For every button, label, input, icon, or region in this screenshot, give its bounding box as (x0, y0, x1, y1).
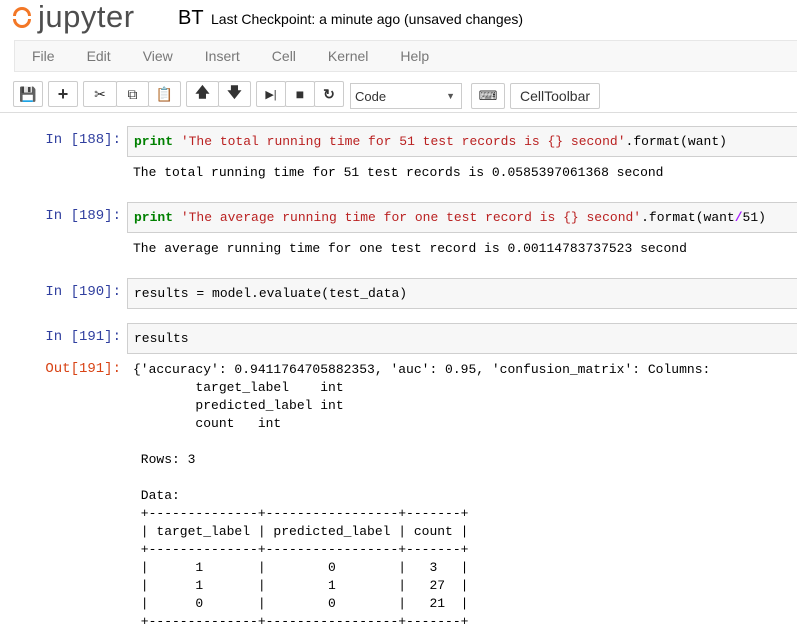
celltoolbar-button[interactable]: CellToolbar (510, 83, 601, 109)
code-operator: / (734, 210, 743, 225)
insert-cell-button[interactable]: + (48, 81, 78, 107)
interrupt-button[interactable]: ■ (285, 81, 315, 107)
run-button[interactable]: ▶| (256, 81, 286, 107)
input-prompt: In [188]: (45, 132, 121, 148)
move-up-button[interactable]: 🡅 (186, 81, 219, 107)
header: jupyter BT Last Checkpoint: a minute ago… (0, 0, 797, 40)
code-string: 'The average running time for one test r… (180, 210, 642, 225)
cell-type-select[interactable]: Code ▼ (350, 83, 462, 109)
output-prompt: Out[191]: (45, 361, 121, 377)
cut-button[interactable]: ✂ (83, 81, 117, 107)
menu-insert[interactable]: Insert (190, 41, 255, 71)
cut-icon: ✂ (94, 85, 106, 102)
input-prompt: In [189]: (45, 208, 121, 224)
plus-icon: + (57, 83, 69, 104)
cell-type-value: Code (355, 88, 387, 104)
menu-view[interactable]: View (128, 41, 188, 71)
checkpoint-status: Last Checkpoint: a minute ago (unsaved c… (211, 11, 524, 27)
cell-output: The total running time for 51 test recor… (133, 165, 664, 180)
move-down-button[interactable]: 🡇 (218, 81, 251, 107)
menubar: File Edit View Insert Cell Kernel Help (14, 40, 797, 72)
paste-icon: 📋 (155, 85, 174, 102)
jupyter-logo[interactable]: jupyter (12, 1, 135, 32)
menu-kernel[interactable]: Kernel (313, 41, 383, 71)
cell-output: {'accuracy': 0.9411764705882353, 'auc': … (133, 362, 711, 629)
code-keyword: print (134, 210, 174, 225)
menu-edit[interactable]: Edit (72, 41, 126, 71)
restart-button[interactable]: ↻ (314, 81, 344, 107)
keyboard-icon: ⌨ (478, 88, 498, 103)
save-icon: 💾 (19, 85, 37, 102)
code-input[interactable]: print 'The average running time for one … (127, 202, 797, 233)
copy-icon: ⧉ (127, 85, 138, 102)
code-rest: 51) (742, 210, 766, 225)
menu-help[interactable]: Help (385, 41, 444, 71)
code-rest: .format(want (641, 210, 735, 225)
input-prompt: In [190]: (45, 284, 121, 300)
command-palette-button[interactable]: ⌨ (471, 83, 505, 109)
cell-output: The average running time for one test re… (133, 241, 687, 256)
menu-cell[interactable]: Cell (257, 41, 311, 71)
code-input[interactable]: print 'The total running time for 51 tes… (127, 126, 797, 157)
code-rest: .format(want) (625, 134, 727, 149)
code-keyword: print (134, 134, 174, 149)
menu-file[interactable]: File (17, 41, 70, 71)
code-input[interactable]: results (127, 323, 797, 354)
code-string: 'The total running time for 51 test reco… (180, 134, 626, 149)
copy-button[interactable]: ⧉ (116, 81, 149, 107)
refresh-icon: ↻ (323, 85, 335, 102)
code-input[interactable]: results = model.evaluate(test_data) (127, 278, 797, 309)
arrow-up-icon: 🡅 (195, 84, 210, 100)
toolbar: 💾 + ✂ ⧉ 📋 🡅 🡇 ▶| ■ ↻ Code ▼ ⌨ CellToolbar (13, 80, 601, 109)
dropdown-caret-icon: ▼ (446, 91, 455, 101)
input-prompt: In [191]: (45, 329, 121, 345)
notebook-area: In [188]: print 'The total running time … (0, 112, 797, 629)
notebook-name[interactable]: BT (178, 7, 204, 30)
arrow-down-icon: 🡇 (227, 84, 242, 100)
stop-icon: ■ (295, 86, 305, 102)
step-forward-icon: ▶| (265, 88, 277, 101)
paste-button[interactable]: 📋 (148, 81, 181, 107)
save-button[interactable]: 💾 (13, 81, 43, 107)
jupyter-logo-icon (12, 4, 32, 30)
